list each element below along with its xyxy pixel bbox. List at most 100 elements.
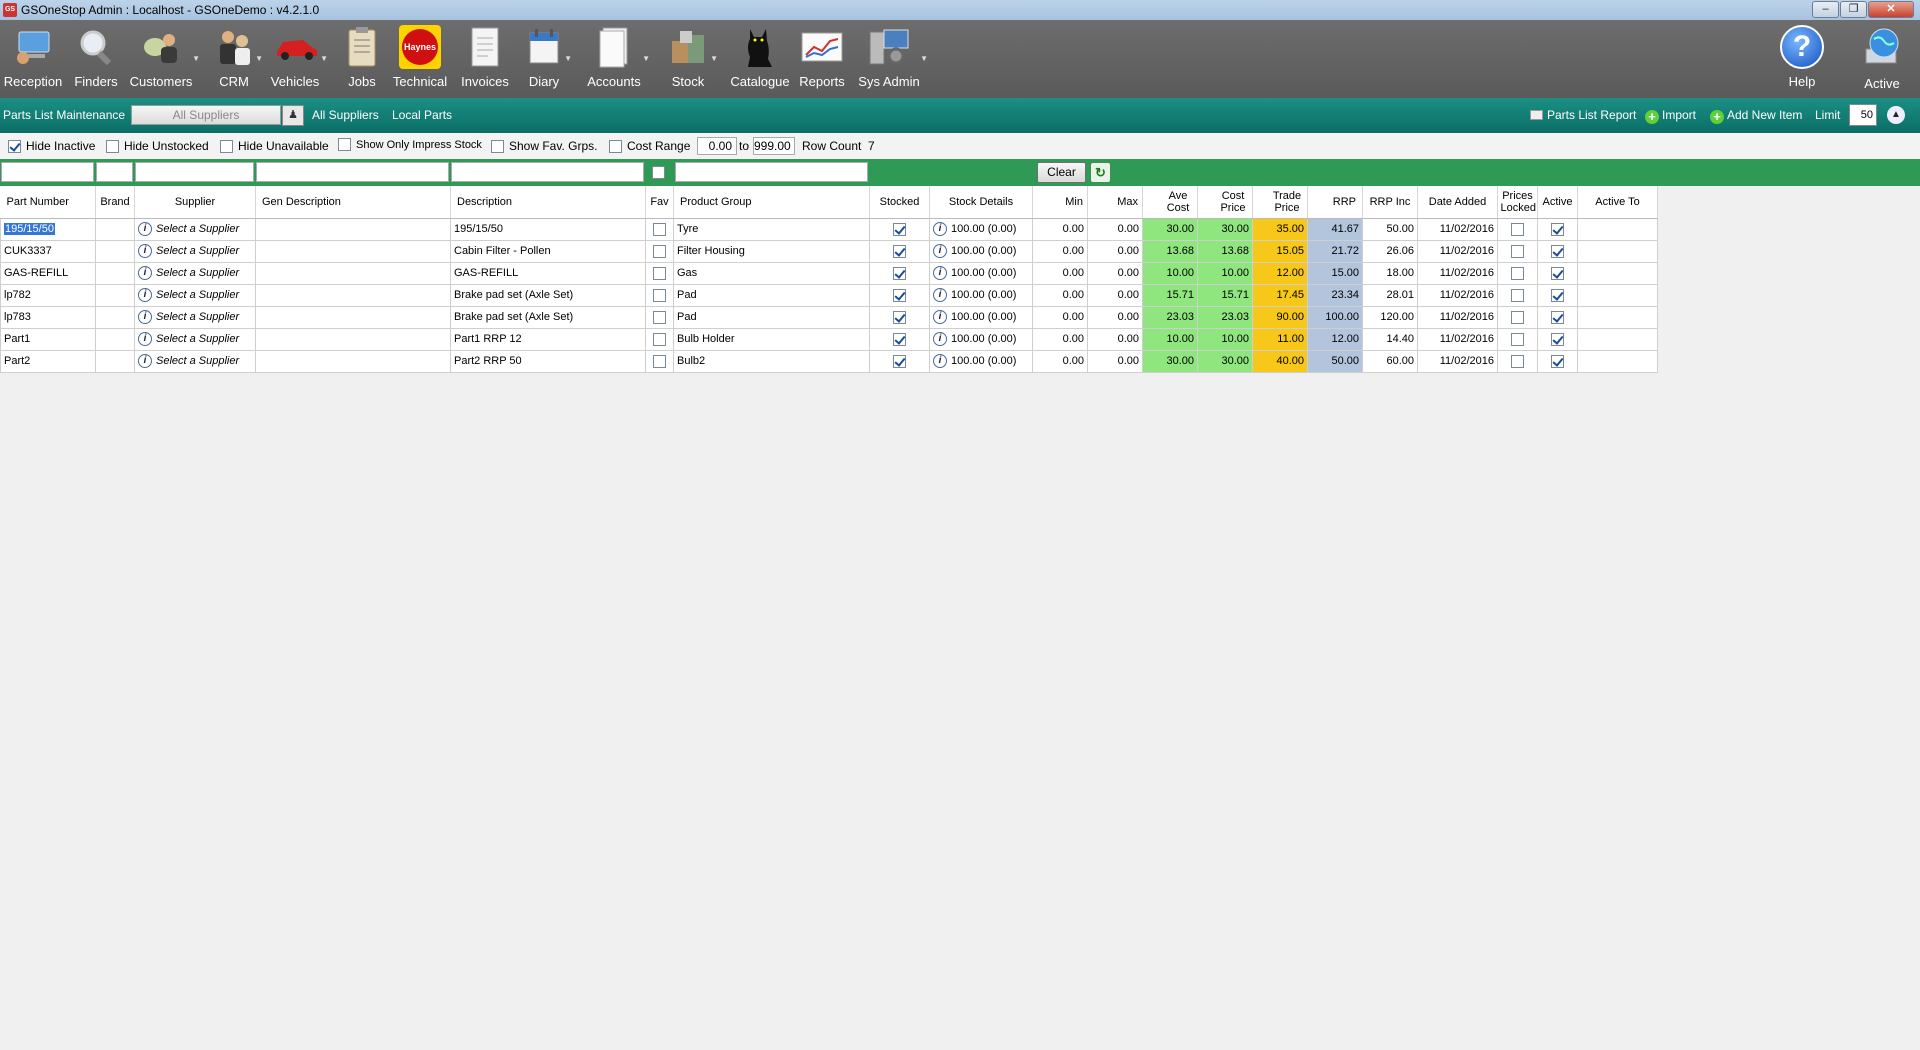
cell-min[interactable]: 0.00 xyxy=(1032,261,1088,285)
cell-gen-description[interactable] xyxy=(255,349,451,373)
range-from-input[interactable]: 0.00 xyxy=(697,137,737,155)
cell-trade-price[interactable]: 90.00 xyxy=(1252,305,1308,329)
cell-stocked[interactable] xyxy=(869,305,930,329)
cell-cost-price[interactable]: 15.71 xyxy=(1197,283,1253,307)
cell-stocked[interactable] xyxy=(869,261,930,285)
toolbar-crm[interactable]: CRM ▼ xyxy=(213,24,263,96)
active-checkbox[interactable] xyxy=(1551,222,1564,236)
cell-brand[interactable] xyxy=(95,239,135,263)
table-row[interactable]: Part2 i Select a Supplier Part2 RRP 50 Bulb2… xyxy=(0,349,1658,373)
active-checkbox[interactable] xyxy=(1551,332,1564,346)
cell-product-group[interactable]: Tyre xyxy=(673,217,870,241)
fav-checkbox[interactable] xyxy=(653,244,666,258)
show-fav-groups-checkbox[interactable]: Show Fav. Grps. xyxy=(491,139,597,153)
cell-product-group[interactable]: Filter Housing xyxy=(673,239,870,263)
toolbar-invoices[interactable]: Invoices xyxy=(458,24,512,96)
minimize-button[interactable]: – xyxy=(1812,1,1839,18)
cell-fav[interactable] xyxy=(645,305,674,329)
active-checkbox[interactable] xyxy=(1551,288,1564,302)
hide-unstocked-checkbox[interactable]: Hide Unstocked xyxy=(106,139,209,153)
col-fav[interactable]: Fav xyxy=(645,186,674,219)
col-product-group[interactable]: Product Group xyxy=(673,186,870,219)
cell-active[interactable] xyxy=(1537,305,1578,329)
cell-stocked[interactable] xyxy=(869,283,930,307)
toolbar-sys-admin[interactable]: Sys Admin ▼ xyxy=(858,24,928,96)
cell-brand[interactable] xyxy=(95,217,135,241)
toolbar-help[interactable]: ? Help xyxy=(1776,24,1828,96)
info-icon[interactable]: i xyxy=(138,310,152,324)
import-button[interactable]: + Import xyxy=(1645,108,1696,124)
cell-active[interactable] xyxy=(1537,327,1578,351)
cell-rrp-inc[interactable]: 120.00 xyxy=(1362,305,1418,329)
supplier-search-button[interactable]: ♟ xyxy=(282,105,304,126)
cell-product-group[interactable]: Gas xyxy=(673,261,870,285)
description-filter[interactable] xyxy=(451,162,644,182)
all-suppliers-link[interactable]: All Suppliers xyxy=(312,108,379,122)
fav-checkbox[interactable] xyxy=(653,266,666,280)
cell-active[interactable] xyxy=(1537,283,1578,307)
cell-prices-locked[interactable] xyxy=(1497,349,1538,373)
cell-ave-cost[interactable]: 10.00 xyxy=(1142,261,1198,285)
stocked-checkbox[interactable] xyxy=(893,332,906,346)
cell-date-added[interactable]: 11/02/2016 xyxy=(1417,217,1498,241)
collapse-icon[interactable]: ▲ xyxy=(1887,106,1905,124)
cell-fav[interactable] xyxy=(645,217,674,241)
hide-inactive-checkbox[interactable]: Hide Inactive xyxy=(8,139,95,153)
cell-brand[interactable] xyxy=(95,305,135,329)
toolbar-diary[interactable]: Diary ▼ xyxy=(524,24,572,96)
toolbar-technical[interactable]: Haynes Technical xyxy=(392,24,448,96)
cell-part-number[interactable]: 195/15/50 xyxy=(0,217,96,241)
cell-min[interactable]: 0.00 xyxy=(1032,349,1088,373)
cell-active-to[interactable] xyxy=(1577,261,1658,285)
cell-date-added[interactable]: 11/02/2016 xyxy=(1417,283,1498,307)
cell-active-to[interactable] xyxy=(1577,349,1658,373)
cell-date-added[interactable]: 11/02/2016 xyxy=(1417,305,1498,329)
cell-stock-details[interactable]: i 100.00 (0.00) xyxy=(929,239,1033,263)
col-date-added[interactable]: Date Added xyxy=(1417,186,1498,219)
fav-checkbox[interactable] xyxy=(653,310,666,324)
cell-trade-price[interactable]: 11.00 xyxy=(1252,327,1308,351)
cell-min[interactable]: 0.00 xyxy=(1032,217,1088,241)
cell-stock-details[interactable]: i 100.00 (0.00) xyxy=(929,305,1033,329)
cell-product-group[interactable]: Bulb Holder xyxy=(673,327,870,351)
col-rrp-inc[interactable]: RRP Inc xyxy=(1362,186,1418,219)
cell-fav[interactable] xyxy=(645,239,674,263)
cell-trade-price[interactable]: 15.05 xyxy=(1252,239,1308,263)
active-checkbox[interactable] xyxy=(1551,354,1564,368)
info-icon[interactable]: i xyxy=(933,354,947,368)
col-prices-locked[interactable]: Prices Locked xyxy=(1497,186,1538,219)
stocked-checkbox[interactable] xyxy=(893,266,906,280)
limit-input[interactable]: 50 xyxy=(1849,104,1877,126)
active-checkbox[interactable] xyxy=(1551,266,1564,280)
stocked-checkbox[interactable] xyxy=(893,244,906,258)
range-to-input[interactable]: 999.00 xyxy=(753,137,795,155)
cell-min[interactable]: 0.00 xyxy=(1032,239,1088,263)
gen-description-filter[interactable] xyxy=(256,162,449,182)
cell-rrp[interactable]: 100.00 xyxy=(1307,305,1363,329)
table-row[interactable]: lp783 i Select a Supplier Brake pad set (Ax… xyxy=(0,305,1658,329)
col-stocked[interactable]: Stocked xyxy=(869,186,930,219)
col-trade-price[interactable]: Trade Price xyxy=(1252,186,1308,219)
toolbar-reception[interactable]: Reception xyxy=(4,24,62,96)
cell-rrp-inc[interactable]: 60.00 xyxy=(1362,349,1418,373)
col-stock-details[interactable]: Stock Details xyxy=(929,186,1033,219)
fav-checkbox[interactable] xyxy=(653,354,666,368)
cell-cost-price[interactable]: 10.00 xyxy=(1197,261,1253,285)
maximize-button[interactable]: ❐ xyxy=(1840,1,1867,18)
stocked-checkbox[interactable] xyxy=(893,354,906,368)
cell-description[interactable]: Part1 RRP 12 xyxy=(450,327,646,351)
col-brand[interactable]: Brand xyxy=(95,186,135,219)
cell-supplier[interactable]: i Select a Supplier xyxy=(134,305,256,329)
cell-description[interactable]: Brake pad set (Axle Set) xyxy=(450,305,646,329)
hide-unavailable-checkbox[interactable]: Hide Unavailable xyxy=(220,139,329,153)
cell-prices-locked[interactable] xyxy=(1497,261,1538,285)
cell-max[interactable]: 0.00 xyxy=(1087,349,1143,373)
cell-supplier[interactable]: i Select a Supplier xyxy=(134,349,256,373)
cell-ave-cost[interactable]: 30.00 xyxy=(1142,217,1198,241)
cell-date-added[interactable]: 11/02/2016 xyxy=(1417,261,1498,285)
cell-active-to[interactable] xyxy=(1577,239,1658,263)
cell-prices-locked[interactable] xyxy=(1497,305,1538,329)
col-supplier[interactable]: Supplier xyxy=(134,186,256,219)
cell-part-number[interactable]: Part2 xyxy=(0,349,96,373)
cell-rrp-inc[interactable]: 18.00 xyxy=(1362,261,1418,285)
